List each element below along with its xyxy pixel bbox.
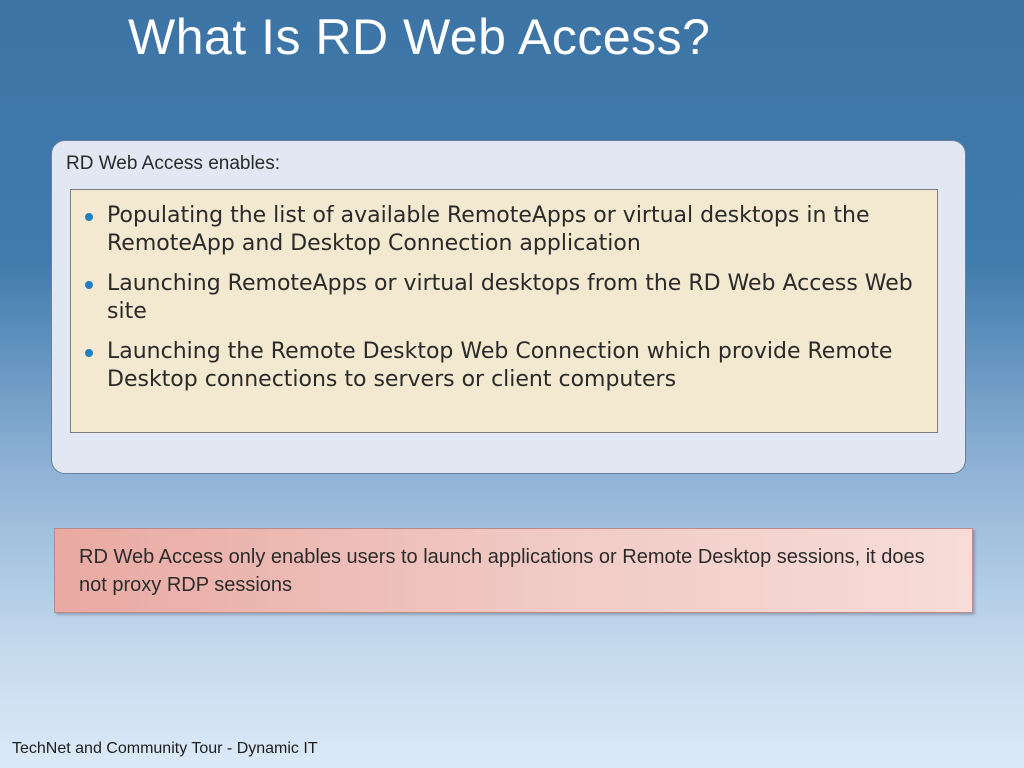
note-callout: RD Web Access only enables users to laun… (54, 528, 973, 613)
panel-heading: RD Web Access enables: (66, 153, 281, 174)
bullet-icon (85, 281, 93, 289)
bullet-item: Populating the list of available RemoteA… (85, 202, 923, 258)
bullet-item: Launching RemoteApps or virtual desktops… (85, 270, 923, 326)
bullet-list: Populating the list of available RemoteA… (85, 202, 923, 394)
slide-title: What Is RD Web Access? (128, 9, 711, 65)
bullet-item: Launching the Remote Desktop Web Connect… (85, 338, 923, 394)
bullet-text: Launching the Remote Desktop Web Connect… (107, 339, 893, 392)
bullet-icon (85, 213, 93, 221)
bullet-text: Launching RemoteApps or virtual desktops… (107, 271, 913, 324)
content-panel: RD Web Access enables: Populating the li… (51, 140, 966, 474)
bullet-panel: Populating the list of available RemoteA… (70, 189, 938, 433)
slide-footer: TechNet and Community Tour - Dynamic IT (12, 740, 318, 757)
note-text: RD Web Access only enables users to laun… (79, 546, 925, 596)
bullet-icon (85, 349, 93, 357)
bullet-text: Populating the list of available RemoteA… (107, 203, 870, 256)
